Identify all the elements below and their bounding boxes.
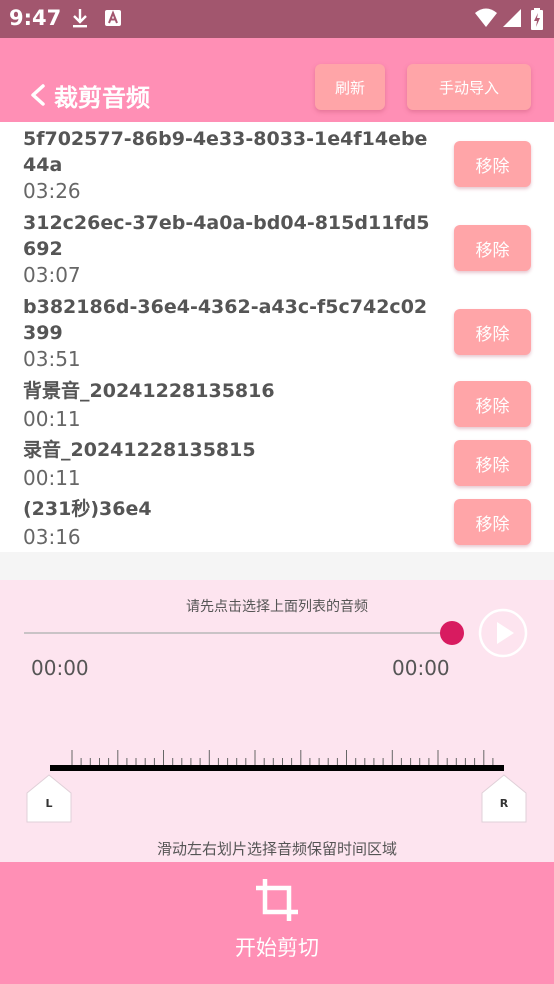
- list-item[interactable]: 背景音_20241228135816 00:11 移除: [0, 374, 554, 434]
- audio-list: 5f702577-86b9-4e33-8033-1e4f14ebe44a 03:…: [0, 122, 554, 552]
- manual-import-button[interactable]: 手动导入: [407, 64, 531, 110]
- list-footer-divider: [0, 552, 554, 580]
- crop-icon: [256, 879, 298, 921]
- audio-duration: 03:51: [23, 347, 81, 371]
- select-audio-hint: 请先点击选择上面列表的音频: [186, 599, 368, 615]
- remove-button[interactable]: 移除: [454, 440, 531, 486]
- status-time: 9:47: [9, 6, 62, 30]
- back-arrow-icon[interactable]: [28, 83, 48, 107]
- signal-icon: [503, 9, 521, 27]
- play-icon[interactable]: [478, 608, 528, 658]
- cut-range-hint: 滑动左右划片选择音频保留时间区域: [156, 840, 397, 858]
- audio-cutter-panel: 请先点击选择上面列表的音频 00:00 00:00 L R 滑动左右划片选择音频…: [0, 580, 554, 862]
- remove-button[interactable]: 移除: [454, 141, 531, 187]
- audio-name: 5f702577-86b9-4e33-8033-1e4f14ebe44a: [23, 128, 428, 176]
- audio-duration: 00:11: [23, 466, 81, 490]
- total-time: 00:00: [392, 656, 450, 680]
- audio-duration: 00:11: [23, 407, 81, 431]
- wifi-icon: [475, 8, 497, 27]
- audio-name: (231秒)36e4: [23, 498, 152, 520]
- refresh-button[interactable]: 刷新: [315, 64, 385, 110]
- current-time: 00:00: [31, 656, 89, 680]
- audio-duration: 03:07: [23, 263, 81, 287]
- remove-button[interactable]: 移除: [454, 225, 531, 271]
- status-bar: 9:47: [0, 0, 554, 38]
- left-handle-label: L: [45, 797, 53, 810]
- remove-button[interactable]: 移除: [454, 381, 531, 427]
- list-item[interactable]: 312c26ec-37eb-4a0a-bd04-815d11fd5692 03:…: [0, 206, 554, 290]
- audio-duration: 03:26: [23, 179, 81, 203]
- start-cut-label: 开始剪切: [235, 936, 319, 960]
- audio-name: 312c26ec-37eb-4a0a-bd04-815d11fd5692: [23, 212, 430, 260]
- audio-name: 录音_20241228135815: [23, 439, 256, 461]
- download-icon: [73, 9, 87, 28]
- list-item[interactable]: b382186d-36e4-4362-a43c-f5c742c02399 03:…: [0, 290, 554, 374]
- page-title: 裁剪音频: [54, 84, 150, 112]
- text-a-icon: [105, 10, 121, 26]
- battery-charging-icon: [531, 8, 543, 30]
- right-handle-label: R: [499, 797, 509, 810]
- list-item[interactable]: (231秒)36e4 03:16 移除: [0, 492, 554, 552]
- list-item[interactable]: 录音_20241228135815 00:11 移除: [0, 433, 554, 493]
- start-cut-button[interactable]: 开始剪切: [0, 862, 554, 984]
- audio-duration: 03:16: [23, 525, 81, 549]
- progress-track[interactable]: [24, 632, 452, 634]
- app-header: 裁剪音频 刷新 手动导入: [0, 38, 554, 122]
- audio-name: 背景音_20241228135816: [23, 380, 275, 402]
- time-ruler: [50, 750, 504, 771]
- audio-name: b382186d-36e4-4362-a43c-f5c742c02399: [23, 296, 428, 344]
- remove-button[interactable]: 移除: [454, 499, 531, 545]
- remove-button[interactable]: 移除: [454, 309, 531, 355]
- list-item[interactable]: 5f702577-86b9-4e33-8033-1e4f14ebe44a 03:…: [0, 122, 554, 206]
- progress-thumb[interactable]: [440, 621, 464, 645]
